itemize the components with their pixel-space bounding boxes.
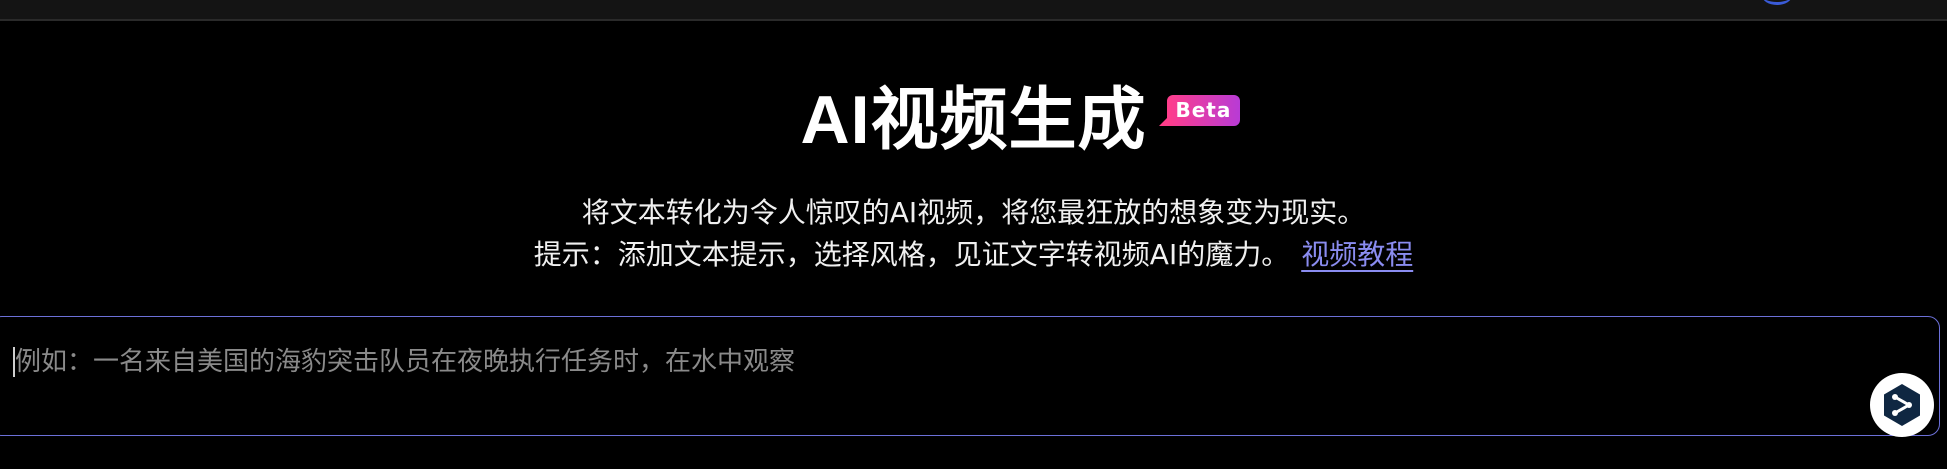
description-line-1: 将文本转化为令人惊叹的AI视频，将您最狂放的想象变为现实。 bbox=[581, 196, 1366, 229]
hint-text: 提示：添加文本提示，选择风格，见证文字转视频AI的魔力。 bbox=[533, 238, 1290, 271]
beta-badge: Beta bbox=[1158, 95, 1241, 126]
share-send-icon bbox=[1884, 384, 1920, 426]
text-caret bbox=[13, 347, 15, 377]
video-tutorial-link[interactable]: 视频教程 bbox=[1301, 238, 1413, 271]
prompt-input[interactable] bbox=[13, 341, 1817, 383]
prompt-box[interactable] bbox=[0, 316, 1940, 436]
hero-section: AI视频生成 Beta bbox=[0, 70, 1947, 170]
description-line-2: 提示：添加文本提示，选择风格，见证文字转视频AI的魔力。 视频教程 bbox=[0, 234, 1947, 276]
user-avatar[interactable] bbox=[1762, 0, 1792, 5]
top-bar bbox=[0, 0, 1947, 21]
page-description: 将文本转化为令人惊叹的AI视频，将您最狂放的想象变为现实。 提示：添加文本提示，… bbox=[0, 192, 1947, 276]
title-row: AI视频生成 Beta bbox=[800, 70, 1241, 170]
page-title: AI视频生成 bbox=[800, 82, 1147, 158]
floating-action-button[interactable] bbox=[1870, 373, 1934, 437]
